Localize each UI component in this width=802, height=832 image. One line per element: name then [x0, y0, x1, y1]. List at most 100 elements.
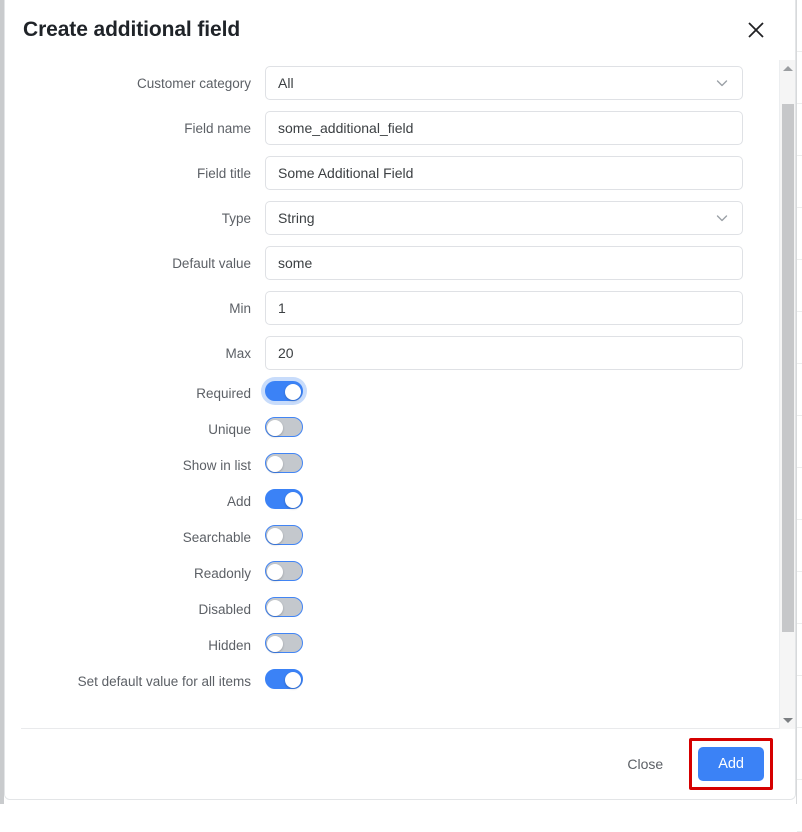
field-label: Type [221, 210, 251, 226]
input-value: 1 [278, 300, 286, 316]
scroll-up-arrow-icon[interactable] [780, 60, 795, 77]
close-button[interactable] [739, 13, 773, 47]
form-row: Required [21, 381, 779, 406]
toggle-switch[interactable] [265, 525, 303, 545]
input-value: Some Additional Field [278, 165, 414, 181]
text-input[interactable]: 1 [265, 291, 743, 325]
toggle-knob [267, 636, 283, 652]
form-row: Unique [21, 417, 779, 442]
field-label: Default value [172, 255, 251, 271]
add-button-highlight: Add [689, 738, 773, 790]
field-label: Set default value for all items [77, 674, 251, 689]
dialog-header: Create additional field [5, 0, 795, 60]
background-row [797, 572, 802, 624]
field-control [265, 561, 779, 586]
form-row: Searchable [21, 525, 779, 550]
field-control: Some Additional Field [265, 156, 779, 190]
background-row [797, 260, 802, 312]
dialog-footer: Close Add [5, 729, 795, 799]
field-label: Searchable [182, 530, 251, 545]
toggle-switch[interactable] [265, 633, 303, 653]
field-label: Field title [196, 165, 251, 181]
form-row: Field name some_additional_field [21, 111, 779, 145]
toggle-switch[interactable] [265, 597, 303, 617]
close-text-button[interactable]: Close [615, 748, 675, 780]
form-row: Default value some [21, 246, 779, 280]
field-control: String [265, 201, 779, 235]
background-row [797, 520, 802, 572]
form-row: Type String [21, 201, 779, 235]
chevron-down-icon [714, 75, 730, 91]
vertical-scrollbar[interactable] [779, 60, 795, 729]
toggle-switch[interactable] [265, 417, 303, 437]
chevron-down-icon [714, 210, 730, 226]
input-value: some_additional_field [278, 120, 414, 136]
field-control: 20 [265, 336, 779, 370]
text-input[interactable]: some_additional_field [265, 111, 743, 145]
toggle-knob [267, 420, 283, 436]
field-label: Field name [184, 120, 251, 136]
select-field[interactable]: String [265, 201, 743, 235]
field-control [265, 381, 779, 406]
form-row: Set default value for all items [21, 669, 779, 694]
dialog-body-wrapper: Customer category All Field name some_addit… [5, 60, 795, 729]
field-control [265, 633, 779, 658]
form-row: Readonly [21, 561, 779, 586]
toggle-knob [267, 564, 283, 580]
form-row: Max 20 [21, 336, 779, 370]
toggle-switch[interactable] [265, 561, 303, 581]
scrollbar-thumb[interactable] [782, 103, 794, 633]
form-row: Hidden [21, 633, 779, 658]
field-label: Disabled [198, 602, 251, 617]
background-row [797, 364, 802, 416]
field-control: All [265, 66, 779, 100]
toggle-switch[interactable] [265, 381, 303, 401]
toggle-knob [267, 600, 283, 616]
toggle-knob [267, 456, 283, 472]
field-label: Show in list [182, 458, 251, 473]
field-label: Add [226, 494, 251, 509]
field-control [265, 417, 779, 442]
field-control [265, 669, 779, 694]
background-row [797, 624, 802, 676]
text-input[interactable]: Some Additional Field [265, 156, 743, 190]
field-label: Unique [208, 422, 251, 437]
form-row: Disabled [21, 597, 779, 622]
field-control: 1 [265, 291, 779, 325]
field-control [265, 525, 779, 550]
background-row [797, 312, 802, 364]
form-row: Field title Some Additional Field [21, 156, 779, 190]
select-value: All [278, 75, 294, 91]
field-control [265, 453, 779, 478]
input-value: 20 [278, 345, 294, 361]
toggle-knob [285, 384, 301, 400]
toggle-switch[interactable] [265, 669, 303, 689]
background-row [797, 0, 802, 52]
text-input[interactable]: some [265, 246, 743, 280]
create-additional-field-dialog: Create additional field Customer categor… [4, 0, 796, 800]
background-row [797, 208, 802, 260]
toggle-knob [285, 492, 301, 508]
field-label: Min [229, 300, 251, 316]
page-background-right-edge [796, 0, 802, 832]
background-row [797, 52, 802, 104]
background-row [797, 468, 802, 520]
text-input[interactable]: 20 [265, 336, 743, 370]
form-row: Min 1 [21, 291, 779, 325]
field-control: some [265, 246, 779, 280]
toggle-knob [285, 672, 301, 688]
select-value: String [278, 210, 315, 226]
background-row [797, 156, 802, 208]
select-field[interactable]: All [265, 66, 743, 100]
add-button[interactable]: Add [698, 747, 764, 781]
field-control [265, 597, 779, 622]
background-row [797, 676, 802, 728]
form-row: Customer category All [21, 66, 779, 100]
toggle-switch[interactable] [265, 489, 303, 509]
field-label: Readonly [193, 566, 251, 581]
scroll-down-arrow-icon[interactable] [780, 712, 795, 729]
toggle-switch[interactable] [265, 453, 303, 473]
form-row: Add [21, 489, 779, 514]
background-row [797, 780, 802, 832]
close-icon [745, 19, 767, 41]
